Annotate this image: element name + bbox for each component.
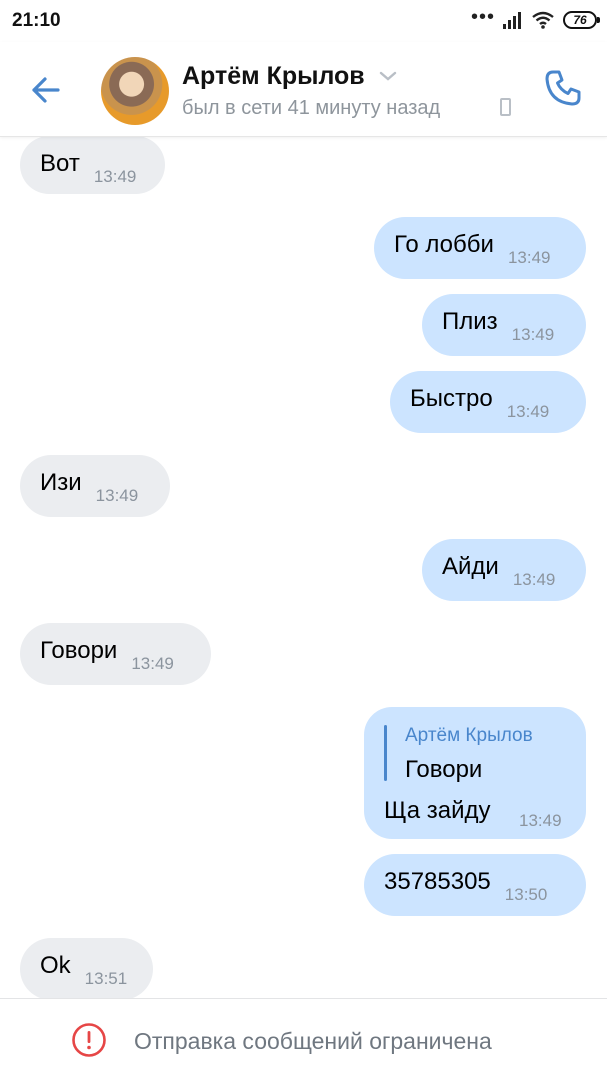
message-outgoing[interactable]: 35785305 13:50: [364, 854, 586, 916]
message-outgoing[interactable]: Го лобби 13:49: [374, 217, 586, 279]
message-outgoing[interactable]: Айди 13:49: [422, 539, 586, 601]
message-time: 13:49: [512, 570, 556, 589]
chat-header: Артём Крылов был в сети 41 минуту назад: [0, 42, 607, 137]
wifi-icon: [532, 11, 554, 29]
message-list[interactable]: Вот 13:49 Го лобби 13:49 Плиз 13:49 Быст…: [0, 136, 607, 998]
message-outgoing[interactable]: Плиз 13:49: [422, 294, 586, 356]
warning-circle-icon: [72, 1023, 106, 1057]
status-icons: ••• 76: [470, 6, 600, 32]
message-text: Говори: [40, 637, 118, 664]
message-time: 13:49: [506, 402, 550, 421]
message-time: 13:49: [507, 248, 551, 267]
reply-indicator-bar: [384, 725, 387, 781]
message-incoming[interactable]: Ok 13:51: [20, 938, 153, 998]
avatar[interactable]: [101, 57, 169, 125]
message-outgoing[interactable]: Быстро 13:49: [390, 371, 586, 433]
mobile-device-icon: [500, 98, 511, 116]
message-text: Айди: [442, 553, 499, 580]
message-incoming[interactable]: Изи 13:49: [20, 455, 170, 517]
restriction-text: Отправка сообщений ограничена: [134, 1028, 492, 1054]
message-text: Изи: [40, 469, 82, 496]
reply-quoted-text[interactable]: Говори: [405, 756, 482, 784]
message-text: Плиз: [442, 308, 498, 335]
phone-icon[interactable]: [541, 66, 585, 110]
message-time: 13:49: [93, 167, 137, 186]
restriction-bar: Отправка сообщений ограничена: [0, 998, 607, 1081]
message-time: 13:49: [511, 325, 555, 344]
notification-dots-icon: •••: [470, 6, 495, 28]
message-text: Вот: [40, 150, 80, 177]
message-time: 13:50: [504, 885, 548, 904]
status-bar: 21:10 ••• 76: [0, 0, 607, 42]
message-text: Го лобби: [394, 231, 494, 258]
chevron-down-icon[interactable]: [378, 70, 398, 82]
status-time: 21:10: [12, 10, 61, 31]
signal-icon: [503, 12, 521, 29]
message-text: Ok: [40, 952, 71, 979]
message-text: Быстро: [410, 385, 493, 412]
message-text: 35785305: [384, 868, 491, 895]
battery-icon: 76: [563, 11, 600, 29]
reply-author[interactable]: Артём Крылов: [405, 725, 533, 747]
message-time: 13:49: [95, 486, 139, 505]
last-seen-status: был в сети 41 минуту назад: [182, 97, 441, 119]
message-outgoing-with-reply[interactable]: Артём Крылов Говори Ща зайду 13:49: [364, 707, 586, 839]
message-time: 13:49: [131, 654, 174, 673]
message-time: 13:49: [519, 811, 562, 830]
message-text: Ща зайду: [384, 797, 491, 824]
message-time: 13:51: [84, 969, 128, 988]
back-arrow-icon[interactable]: [24, 68, 68, 112]
message-incoming[interactable]: Говори 13:49: [20, 623, 211, 685]
message-incoming[interactable]: Вот 13:49: [20, 136, 165, 194]
contact-name[interactable]: Артём Крылов: [182, 62, 365, 91]
